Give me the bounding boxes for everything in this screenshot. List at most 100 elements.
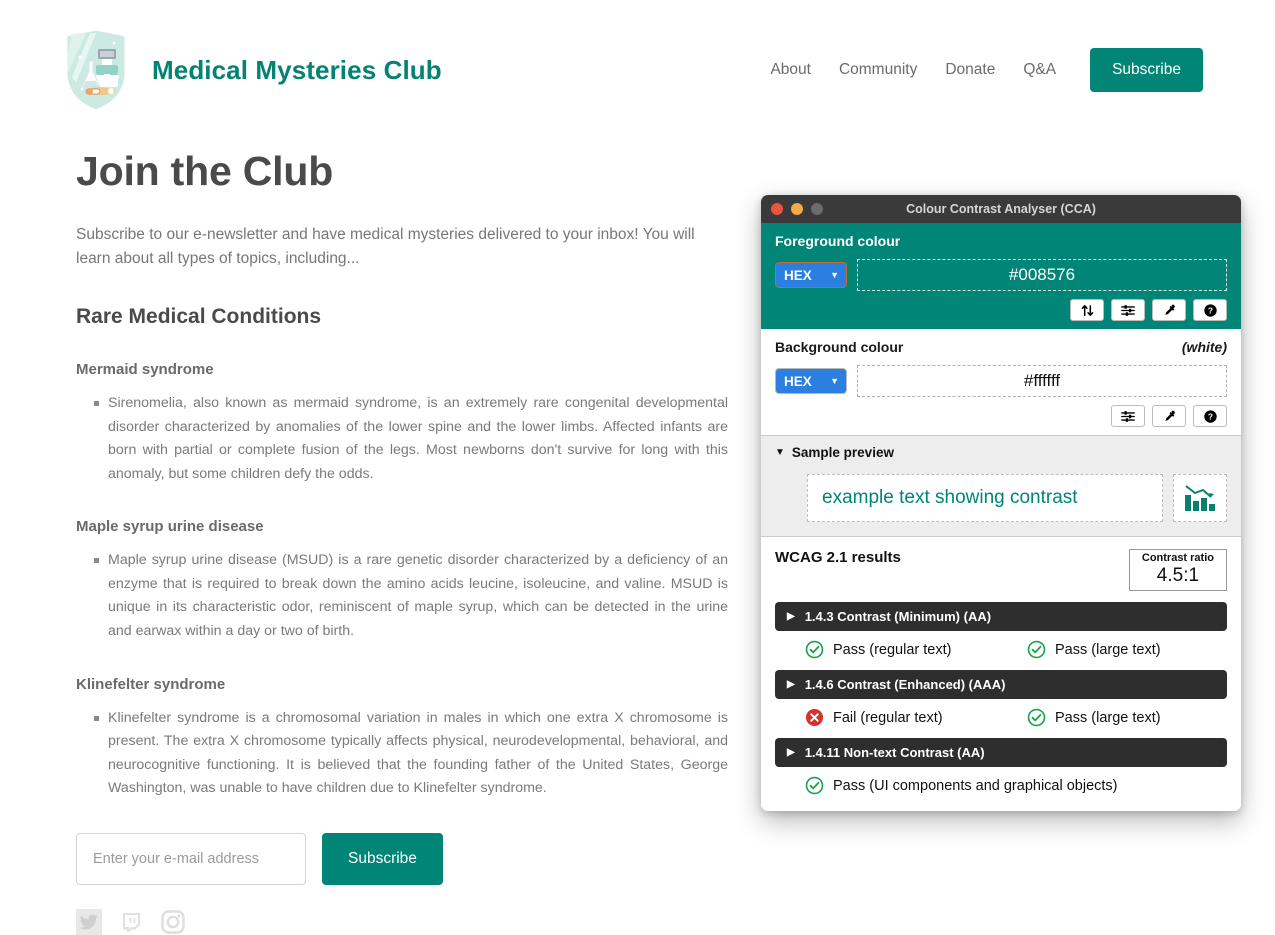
window-title: Colour Contrast Analyser (CCA) [906, 202, 1096, 216]
colour-contrast-analyser-window: Colour Contrast Analyser (CCA) Foregroun… [761, 195, 1241, 812]
brand[interactable]: Medical Mysteries Club [62, 27, 442, 113]
brand-title: Medical Mysteries Club [152, 54, 442, 85]
help-icon[interactable]: ? [1193, 299, 1227, 321]
pass-icon [805, 776, 824, 795]
criterion-label: 1.4.3 Contrast (Minimum) (AA) [804, 609, 992, 625]
foreground-format-select-wrap: HEX ▼ [775, 262, 847, 288]
criterion-1-4-11[interactable]: ▶ 1.4.11 Non-text Contrast (AA) [775, 738, 1227, 768]
background-colour-input[interactable] [857, 365, 1227, 397]
swap-colours-icon[interactable] [1070, 299, 1104, 321]
main-content: Join the Club Subscribe to our e-newslet… [0, 148, 800, 935]
criterion-1-4-3[interactable]: ▶ 1.4.3 Contrast (Minimum) (AA) [775, 602, 1227, 632]
result-text: Fail (regular text) [833, 709, 943, 726]
background-format-select-wrap: HEX ▼ [775, 368, 847, 394]
result-text: Pass (UI components and graphical object… [833, 777, 1118, 794]
nav-link-about[interactable]: About [770, 61, 811, 79]
sample-preview-label: Sample preview [791, 445, 894, 460]
criterion-1-4-6[interactable]: ▶ 1.4.6 Contrast (Enhanced) (AAA) [775, 670, 1227, 700]
list-item: Klinefelter syndrome is a chromosomal va… [94, 707, 728, 801]
subscribe-form: Subscribe [76, 832, 728, 885]
background-colour-name: (white) [1181, 339, 1227, 355]
email-field[interactable] [76, 832, 306, 885]
wcag-results-header: WCAG 2.1 results Contrast ratio 4.5:1 [775, 549, 1227, 592]
window-titlebar[interactable]: Colour Contrast Analyser (CCA) [761, 195, 1241, 223]
site-header: Medical Mysteries Club About Community D… [0, 0, 1275, 118]
bar-chart-decline-icon [1173, 474, 1227, 522]
nav-link-qa[interactable]: Q&A [1023, 61, 1056, 79]
eyedropper-icon[interactable] [1152, 405, 1186, 427]
condition-title-maple-syrup-urine-disease: Maple syrup urine disease [76, 518, 264, 536]
criterion-label: 1.4.11 Non-text Contrast (AA) [804, 745, 985, 761]
sample-preview-row: example text showing contrast [775, 474, 1227, 522]
criterion-1-4-3-results: Pass (regular text) Pass (large text) [775, 640, 1227, 659]
minimize-window-button[interactable] [791, 203, 803, 215]
instagram-icon[interactable] [160, 909, 186, 935]
background-colour-header: Background colour (white) [775, 339, 1227, 365]
background-format-select[interactable]: HEX [775, 368, 847, 394]
result-item: Pass (regular text) [805, 640, 1027, 659]
subscribe-submit-button[interactable]: Subscribe [322, 832, 443, 885]
main-navigation: About Community Donate Q&A Subscribe [770, 48, 1203, 92]
pass-icon [1027, 708, 1046, 727]
eyedropper-icon[interactable] [1152, 299, 1186, 321]
intro-paragraph: Subscribe to our e-newsletter and have m… [76, 226, 695, 268]
condition-list-mermaid-syndrome: Sirenomelia, also known as mermaid syndr… [76, 392, 728, 486]
contrast-ratio-label: Contrast ratio [1141, 552, 1214, 564]
close-window-button[interactable] [771, 203, 783, 215]
nav-link-donate[interactable]: Donate [945, 61, 995, 79]
svg-text:?: ? [1207, 411, 1212, 421]
result-text: Pass (large text) [1055, 641, 1161, 658]
result-item: Pass (UI components and graphical object… [805, 776, 1118, 795]
nav-link-community[interactable]: Community [839, 61, 917, 79]
wcag-results-section: WCAG 2.1 results Contrast ratio 4.5:1 ▶ … [761, 537, 1241, 812]
triangle-down-icon: ▼ [775, 446, 785, 458]
foreground-colour-section: Foreground colour HEX ▼ #008576 ? [761, 223, 1241, 329]
sliders-icon[interactable] [1111, 405, 1145, 427]
pass-icon [805, 640, 824, 659]
twitch-icon[interactable] [118, 909, 144, 935]
page-title: Join the Club [76, 148, 334, 194]
foreground-colour-row: HEX ▼ [775, 259, 1227, 291]
background-colour-label: Background colour [775, 339, 904, 355]
result-item: Fail (regular text) [805, 708, 1027, 727]
foreground-colour-label: Foreground colour [775, 233, 901, 249]
list-item: Maple syrup urine disease (MSUD) is a ra… [94, 549, 728, 643]
fail-icon [805, 708, 824, 727]
twitter-icon[interactable] [76, 908, 102, 935]
contrast-ratio-value: 4.5:1 [1156, 565, 1200, 587]
result-item: Pass (large text) [1027, 708, 1161, 727]
foreground-colour-input[interactable] [857, 259, 1227, 291]
triangle-right-icon: ▶ [787, 746, 795, 758]
medical-shield-badge-icon [62, 27, 130, 113]
background-colour-row: HEX ▼ [775, 365, 1227, 397]
help-icon[interactable]: ? [1193, 405, 1227, 427]
background-colour-section: Background colour (white) HEX ▼ #ffffff … [761, 329, 1241, 435]
sliders-icon[interactable] [1111, 299, 1145, 321]
triangle-right-icon: ▶ [787, 610, 795, 622]
triangle-right-icon: ▶ [787, 678, 795, 690]
sample-text: example text showing contrast [807, 474, 1163, 522]
criterion-1-4-6-results: Fail (regular text) Pass (large text) [775, 708, 1227, 727]
condition-title-klinefelter-syndrome: Klinefelter syndrome [76, 675, 226, 693]
condition-title-mermaid-syndrome: Mermaid syndrome [76, 361, 214, 379]
contrast-ratio-box: Contrast ratio 4.5:1 [1128, 549, 1227, 592]
result-item: Pass (large text) [1027, 640, 1161, 659]
condition-list-maple-syrup-urine-disease: Maple syrup urine disease (MSUD) is a ra… [76, 549, 728, 643]
svg-text:?: ? [1207, 305, 1212, 315]
background-tool-row: ? [775, 405, 1227, 427]
window-controls [771, 203, 823, 215]
condition-list-klinefelter-syndrome: Klinefelter syndrome is a chromosomal va… [76, 707, 728, 801]
social-links [76, 908, 728, 935]
criterion-label: 1.4.6 Contrast (Enhanced) (AAA) [804, 677, 1006, 693]
nav-subscribe-button[interactable]: Subscribe [1090, 48, 1203, 92]
result-text: Pass (regular text) [833, 641, 952, 658]
sample-preview-section: ▼ Sample preview example text showing co… [761, 435, 1241, 537]
foreground-format-select[interactable]: HEX [775, 262, 847, 288]
wcag-results-title: WCAG 2.1 results [775, 549, 901, 566]
sample-preview-disclosure[interactable]: ▼ Sample preview [775, 445, 1227, 460]
result-text: Pass (large text) [1055, 709, 1161, 726]
pass-icon [1027, 640, 1046, 659]
foreground-tool-row: ? [775, 299, 1227, 321]
criterion-1-4-11-results: Pass (UI components and graphical object… [775, 776, 1227, 795]
maximize-window-button[interactable] [811, 203, 823, 215]
